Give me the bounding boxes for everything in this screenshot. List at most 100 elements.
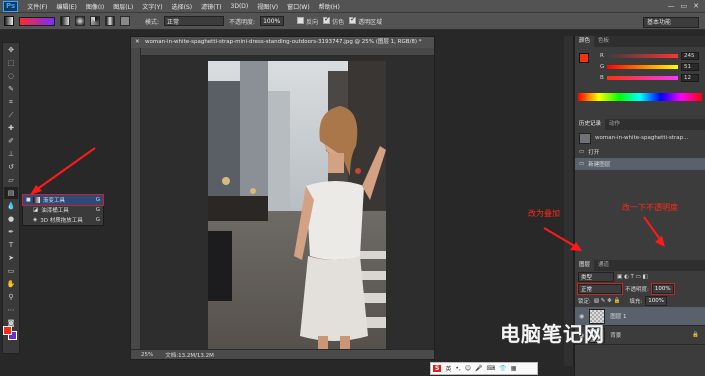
history-snapshot[interactable]: woman-in-white-spaghetti-strap...	[575, 130, 705, 146]
eyedropper-tool-icon[interactable]: ⟋	[4, 109, 18, 121]
tab-channels[interactable]: 通道	[594, 260, 613, 271]
gradient-tool-icon[interactable]: ▤	[4, 187, 18, 199]
dither-checkbox[interactable]: 仿色	[323, 15, 344, 26]
crop-tool-icon[interactable]: ⌗	[4, 96, 18, 108]
tab-swatches[interactable]: 色板	[594, 36, 613, 47]
layer-name[interactable]: 图层 1	[610, 312, 626, 320]
red-value[interactable]: 245	[681, 51, 699, 60]
tab-history[interactable]: 历史记录	[575, 119, 606, 130]
angle-gradient-button[interactable]	[90, 16, 100, 26]
canvas-photo[interactable]	[208, 61, 386, 351]
maximize-button[interactable]: ▭	[681, 2, 688, 10]
red-slider[interactable]	[606, 53, 678, 58]
color-spectrum[interactable]	[578, 93, 702, 101]
opacity-value: 100%	[263, 17, 281, 25]
reflected-gradient-button[interactable]	[105, 16, 115, 26]
tab-layers[interactable]: 图层	[575, 260, 595, 271]
foreground-color-swatch[interactable]	[3, 326, 12, 335]
dodge-tool-icon[interactable]: ●	[4, 213, 18, 225]
blur-tool-icon[interactable]: 💧	[4, 200, 18, 212]
transparency-checkbox[interactable]: 透明区域	[349, 15, 382, 26]
green-slider[interactable]	[607, 64, 678, 69]
fg-color-chip[interactable]	[579, 53, 589, 63]
gradient-tool-icon[interactable]	[4, 16, 14, 26]
eraser-tool-icon[interactable]: ▱	[4, 174, 18, 186]
tab-actions[interactable]: 动作	[605, 119, 624, 130]
fill-input[interactable]: 100%	[645, 296, 668, 306]
layer-opacity-input[interactable]: 100%	[650, 283, 675, 295]
diamond-gradient-button[interactable]	[120, 16, 130, 26]
emoji-icon[interactable]: ☺	[465, 365, 471, 372]
mode-select[interactable]: 正常	[164, 16, 225, 26]
path-select-tool-icon[interactable]: ➤	[4, 252, 18, 264]
blue-slider[interactable]	[606, 75, 678, 80]
menu-edit[interactable]: 编辑(E)	[56, 2, 76, 11]
lock-icons[interactable]: ▧ ✎ ✥ 🔒	[594, 298, 621, 304]
radial-gradient-button[interactable]	[75, 16, 85, 26]
menu-select[interactable]: 选择(S)	[172, 2, 193, 11]
gradient-picker[interactable]	[19, 16, 55, 26]
green-label: G	[600, 63, 605, 70]
snapshot-label: woman-in-white-spaghetti-strap...	[595, 135, 689, 141]
menu-layer[interactable]: 图层(L)	[113, 2, 133, 11]
menu-file[interactable]: 文件(F)	[27, 2, 47, 11]
red-slider-row: R 245	[597, 50, 702, 61]
skin-icon[interactable]: 👕	[499, 365, 506, 372]
brush-tool-icon[interactable]: ✐	[4, 135, 18, 147]
menu-filter[interactable]: 滤镜(T)	[201, 2, 221, 11]
healing-tool-icon[interactable]: ✚	[4, 122, 18, 134]
flyout-item-3d-material[interactable]: ◈ 3D 材质拖放工具 G	[23, 215, 103, 225]
history-item-open[interactable]: ▭ 打开	[575, 146, 705, 158]
hand-tool-icon[interactable]: ✋	[4, 278, 18, 290]
filter-icons[interactable]: ▣ ◐ T ▭ ◧	[617, 274, 648, 280]
history-brush-tool-icon[interactable]: ↺	[4, 161, 18, 173]
reverse-checkbox[interactable]: 反向	[297, 16, 318, 26]
menu-image[interactable]: 图像(I)	[86, 2, 104, 11]
mic-icon[interactable]: 🎤	[475, 365, 482, 372]
canvas-area[interactable]	[141, 56, 434, 351]
blue-value[interactable]: 12	[681, 73, 699, 82]
keyboard-icon[interactable]: ⌨	[487, 365, 496, 372]
layer-name[interactable]: 背景	[610, 331, 621, 339]
document-tab[interactable]: ✕ woman-in-white-spaghetti-strap-mini-dr…	[131, 37, 434, 48]
menu-help[interactable]: 帮助(H)	[319, 2, 340, 11]
minimize-button[interactable]: —	[668, 2, 675, 10]
menu-window[interactable]: 窗口(W)	[287, 2, 310, 11]
blend-mode-select[interactable]: 正常	[577, 283, 623, 295]
annotation-arrow-left	[30, 147, 96, 195]
more-tools-icon[interactable]: ⋯	[4, 304, 18, 316]
pen-tool-icon[interactable]: ✒	[4, 226, 18, 238]
close-button[interactable]: ✕	[693, 2, 699, 10]
toolbox-icon[interactable]: ▦	[511, 365, 517, 372]
zoom-level[interactable]: 25%	[141, 352, 153, 358]
green-value[interactable]: 51	[681, 62, 699, 71]
quick-select-tool-icon[interactable]: ✎	[4, 83, 18, 95]
menu-view[interactable]: 视图(V)	[257, 2, 278, 11]
text-tool-icon[interactable]: T	[4, 239, 18, 251]
shape-tool-icon[interactable]: ▭	[4, 265, 18, 277]
sogou-logo-icon[interactable]: S	[433, 365, 442, 372]
zoom-tool-icon[interactable]: ⚲	[4, 291, 18, 303]
history-item-new-layer[interactable]: ▭ 新建图层	[575, 158, 705, 170]
move-tool-icon[interactable]: ✥	[4, 44, 18, 56]
flyout-item-paint-bucket[interactable]: ◪ 油漆桶工具 G	[23, 205, 103, 215]
stamp-tool-icon[interactable]: ⊥	[4, 148, 18, 160]
doc-info[interactable]: 文档:13.2M/13.2M	[165, 351, 214, 359]
punctuation-icon[interactable]: •,	[455, 365, 460, 372]
workspace-select[interactable]: 基本功能	[643, 17, 699, 28]
history-open-icon: ▭	[579, 149, 585, 155]
menu-bar: Ps 文件(F) 编辑(E) 图像(I) 图层(L) 文字(Y) 选择(S) 滤…	[0, 0, 705, 13]
close-tab-icon[interactable]: ✕	[135, 37, 140, 48]
menu-type[interactable]: 文字(Y)	[142, 2, 162, 11]
marquee-tool-icon[interactable]: ⬚	[4, 57, 18, 69]
ime-language[interactable]: 英	[445, 364, 451, 373]
tab-color[interactable]: 颜色	[575, 36, 595, 47]
linear-gradient-button[interactable]	[60, 16, 70, 26]
opacity-input[interactable]: 100%	[260, 16, 285, 26]
layer-kind-select[interactable]: 类型	[578, 272, 614, 282]
layer-opacity-value: 100%	[654, 286, 671, 292]
blend-mode-value: 正常	[581, 287, 593, 293]
menu-3d[interactable]: 3D(D)	[231, 3, 249, 10]
lasso-tool-icon[interactable]: ◌	[4, 70, 18, 82]
app-logo: Ps	[3, 0, 19, 12]
